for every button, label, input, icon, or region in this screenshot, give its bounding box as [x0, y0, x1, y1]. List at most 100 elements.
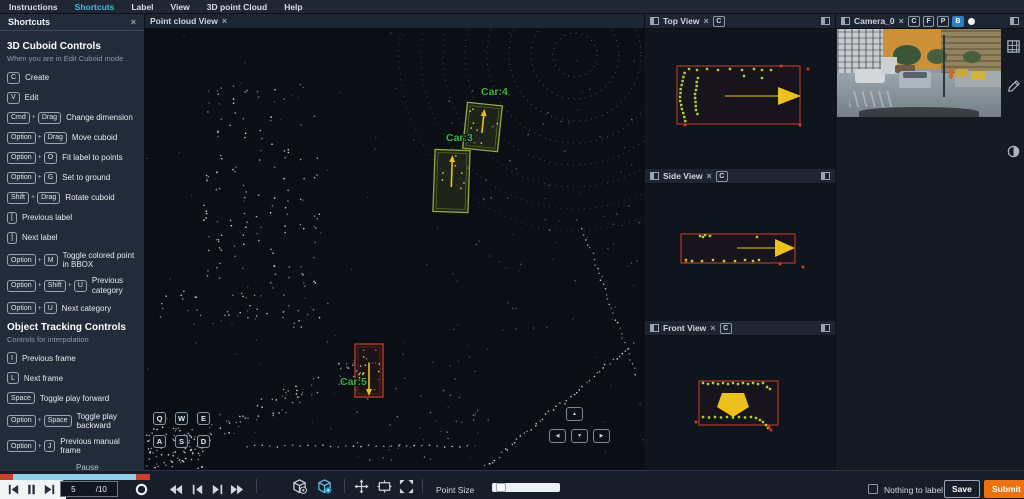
frame-counter-input[interactable]: 5 /10 [60, 481, 118, 497]
circle-toggle-icon[interactable] [968, 18, 975, 25]
skip-to-end-button[interactable] [42, 482, 57, 497]
plus-separator: + [31, 194, 35, 201]
shortcut-label: Previous label [22, 213, 72, 222]
point-size-label: Point Size [436, 485, 474, 495]
shortcut-row: Option+JPrevious manual frame [7, 437, 137, 455]
edit-icon[interactable] [1006, 79, 1019, 92]
camera-scene-element [963, 51, 981, 63]
maximize-icon[interactable] [821, 324, 830, 332]
maximize-icon[interactable] [821, 17, 830, 25]
pause-button[interactable] [24, 482, 39, 497]
close-icon[interactable]: × [704, 17, 709, 26]
cuboid-car-5[interactable] [355, 344, 383, 397]
nav-key-d[interactable]: D [197, 435, 210, 448]
plus-separator: + [38, 305, 42, 312]
point-size-slider[interactable] [492, 483, 560, 492]
shortcut-label: Fit label to points [62, 153, 122, 162]
contrast-icon[interactable] [1006, 144, 1019, 157]
camera-image [837, 29, 1001, 117]
view-svg [645, 184, 833, 321]
key-badge: ] [7, 232, 17, 244]
key-badge: Option [7, 254, 36, 266]
sidebar-header: Shortcuts × [0, 14, 144, 31]
menu-item-label[interactable]: Label [131, 2, 153, 12]
rewind-button[interactable] [168, 482, 183, 497]
panel-icon[interactable] [650, 324, 659, 332]
close-icon[interactable]: × [707, 172, 712, 181]
cuboid-car-4[interactable] [463, 102, 503, 151]
shortcut-row: CCreate [7, 71, 137, 84]
nav-key-e[interactable]: E [197, 412, 210, 425]
nav-key-s[interactable]: S [175, 435, 188, 448]
camera-scene-element [949, 68, 953, 79]
panel-icon[interactable] [841, 17, 850, 25]
menu-item-view[interactable]: View [171, 2, 190, 12]
camera-hotkey-c[interactable]: C [908, 16, 920, 27]
cuboid-car-3[interactable] [433, 149, 470, 212]
maximize-icon[interactable] [1010, 17, 1019, 25]
fit-to-frame-button[interactable] [377, 479, 392, 494]
shortcut-row: Option+UNext category [7, 302, 137, 315]
nav-key-q[interactable]: Q [153, 412, 166, 425]
shortcut-label: Move cuboid [72, 133, 117, 142]
skip-to-start-button[interactable] [6, 482, 21, 497]
hotkey-badge[interactable]: C [716, 171, 728, 182]
previous-frame-button[interactable] [190, 482, 205, 497]
nav-key-w[interactable]: W [175, 412, 188, 425]
close-icon[interactable]: × [899, 17, 904, 26]
side-view-panel: Side View × C [645, 169, 835, 321]
shortcut-label: Next frame [24, 374, 63, 383]
camera-hotkey-f[interactable]: F [923, 16, 934, 27]
submit-button[interactable]: Submit [984, 480, 1024, 498]
point-cloud-header: Point cloud View × [145, 14, 644, 29]
cuboid-settings-icon[interactable] [292, 479, 307, 494]
cuboid-label: Car:4 [481, 86, 508, 98]
camera-scene-element [893, 45, 921, 65]
grid-icon[interactable] [1006, 39, 1019, 52]
point-cloud-canvas[interactable]: Car:4Car:3Car:5QWEASD▲◀▼▶ [145, 29, 644, 470]
front-view-canvas[interactable] [645, 336, 835, 470]
loop-button[interactable] [134, 482, 149, 497]
menubar: Instructions Shortcuts Label View 3D point C… [0, 0, 1024, 14]
save-button[interactable]: Save [944, 480, 980, 498]
camera-hotkey-b[interactable]: B [952, 16, 964, 27]
close-icon[interactable]: × [222, 17, 227, 26]
close-icon[interactable]: × [710, 324, 715, 333]
fast-forward-button[interactable] [230, 482, 245, 497]
key-badge: Option [7, 280, 36, 292]
front-view-panel: Front View × C [645, 321, 835, 470]
side-view-canvas[interactable] [645, 184, 835, 321]
hotkey-badge[interactable]: C [713, 16, 725, 27]
colored-points-cube-icon[interactable] [317, 479, 332, 494]
menu-item-3d-point-cloud[interactable]: 3D point Cloud [207, 2, 267, 12]
plus-separator: + [38, 174, 42, 181]
slider-thumb[interactable] [496, 483, 506, 492]
menu-item-shortcuts[interactable]: Shortcuts [75, 2, 115, 12]
pan-down-button[interactable]: ▼ [571, 429, 588, 443]
plus-separator: + [38, 257, 42, 264]
nothing-to-label-checkbox[interactable] [868, 484, 878, 494]
plus-separator: + [38, 443, 42, 450]
hotkey-badge[interactable]: C [720, 323, 732, 334]
pan-up-button[interactable]: ▲ [566, 407, 583, 421]
nav-key-a[interactable]: A [153, 435, 166, 448]
toolbar-divider [422, 479, 423, 493]
pan-left-button[interactable]: ◀ [549, 429, 566, 443]
maximize-icon[interactable] [821, 172, 830, 180]
menu-item-instructions[interactable]: Instructions [9, 2, 58, 12]
shortcut-label: Previous manual frame [60, 437, 137, 455]
next-frame-button[interactable] [210, 482, 225, 497]
key-badge: I [7, 352, 17, 364]
front-view-title: Front View [663, 323, 706, 333]
panel-icon[interactable] [650, 17, 659, 25]
move-tool-button[interactable] [354, 479, 369, 494]
fullscreen-button[interactable] [399, 479, 414, 494]
panel-icon[interactable] [650, 172, 659, 180]
key-badge: G [44, 172, 57, 184]
plus-separator: + [38, 282, 42, 289]
menu-item-help[interactable]: Help [284, 2, 302, 12]
camera-hotkey-p[interactable]: P [937, 16, 949, 27]
pan-right-button[interactable]: ▶ [593, 429, 610, 443]
top-view-canvas[interactable] [645, 29, 835, 169]
close-icon[interactable]: × [131, 18, 136, 27]
